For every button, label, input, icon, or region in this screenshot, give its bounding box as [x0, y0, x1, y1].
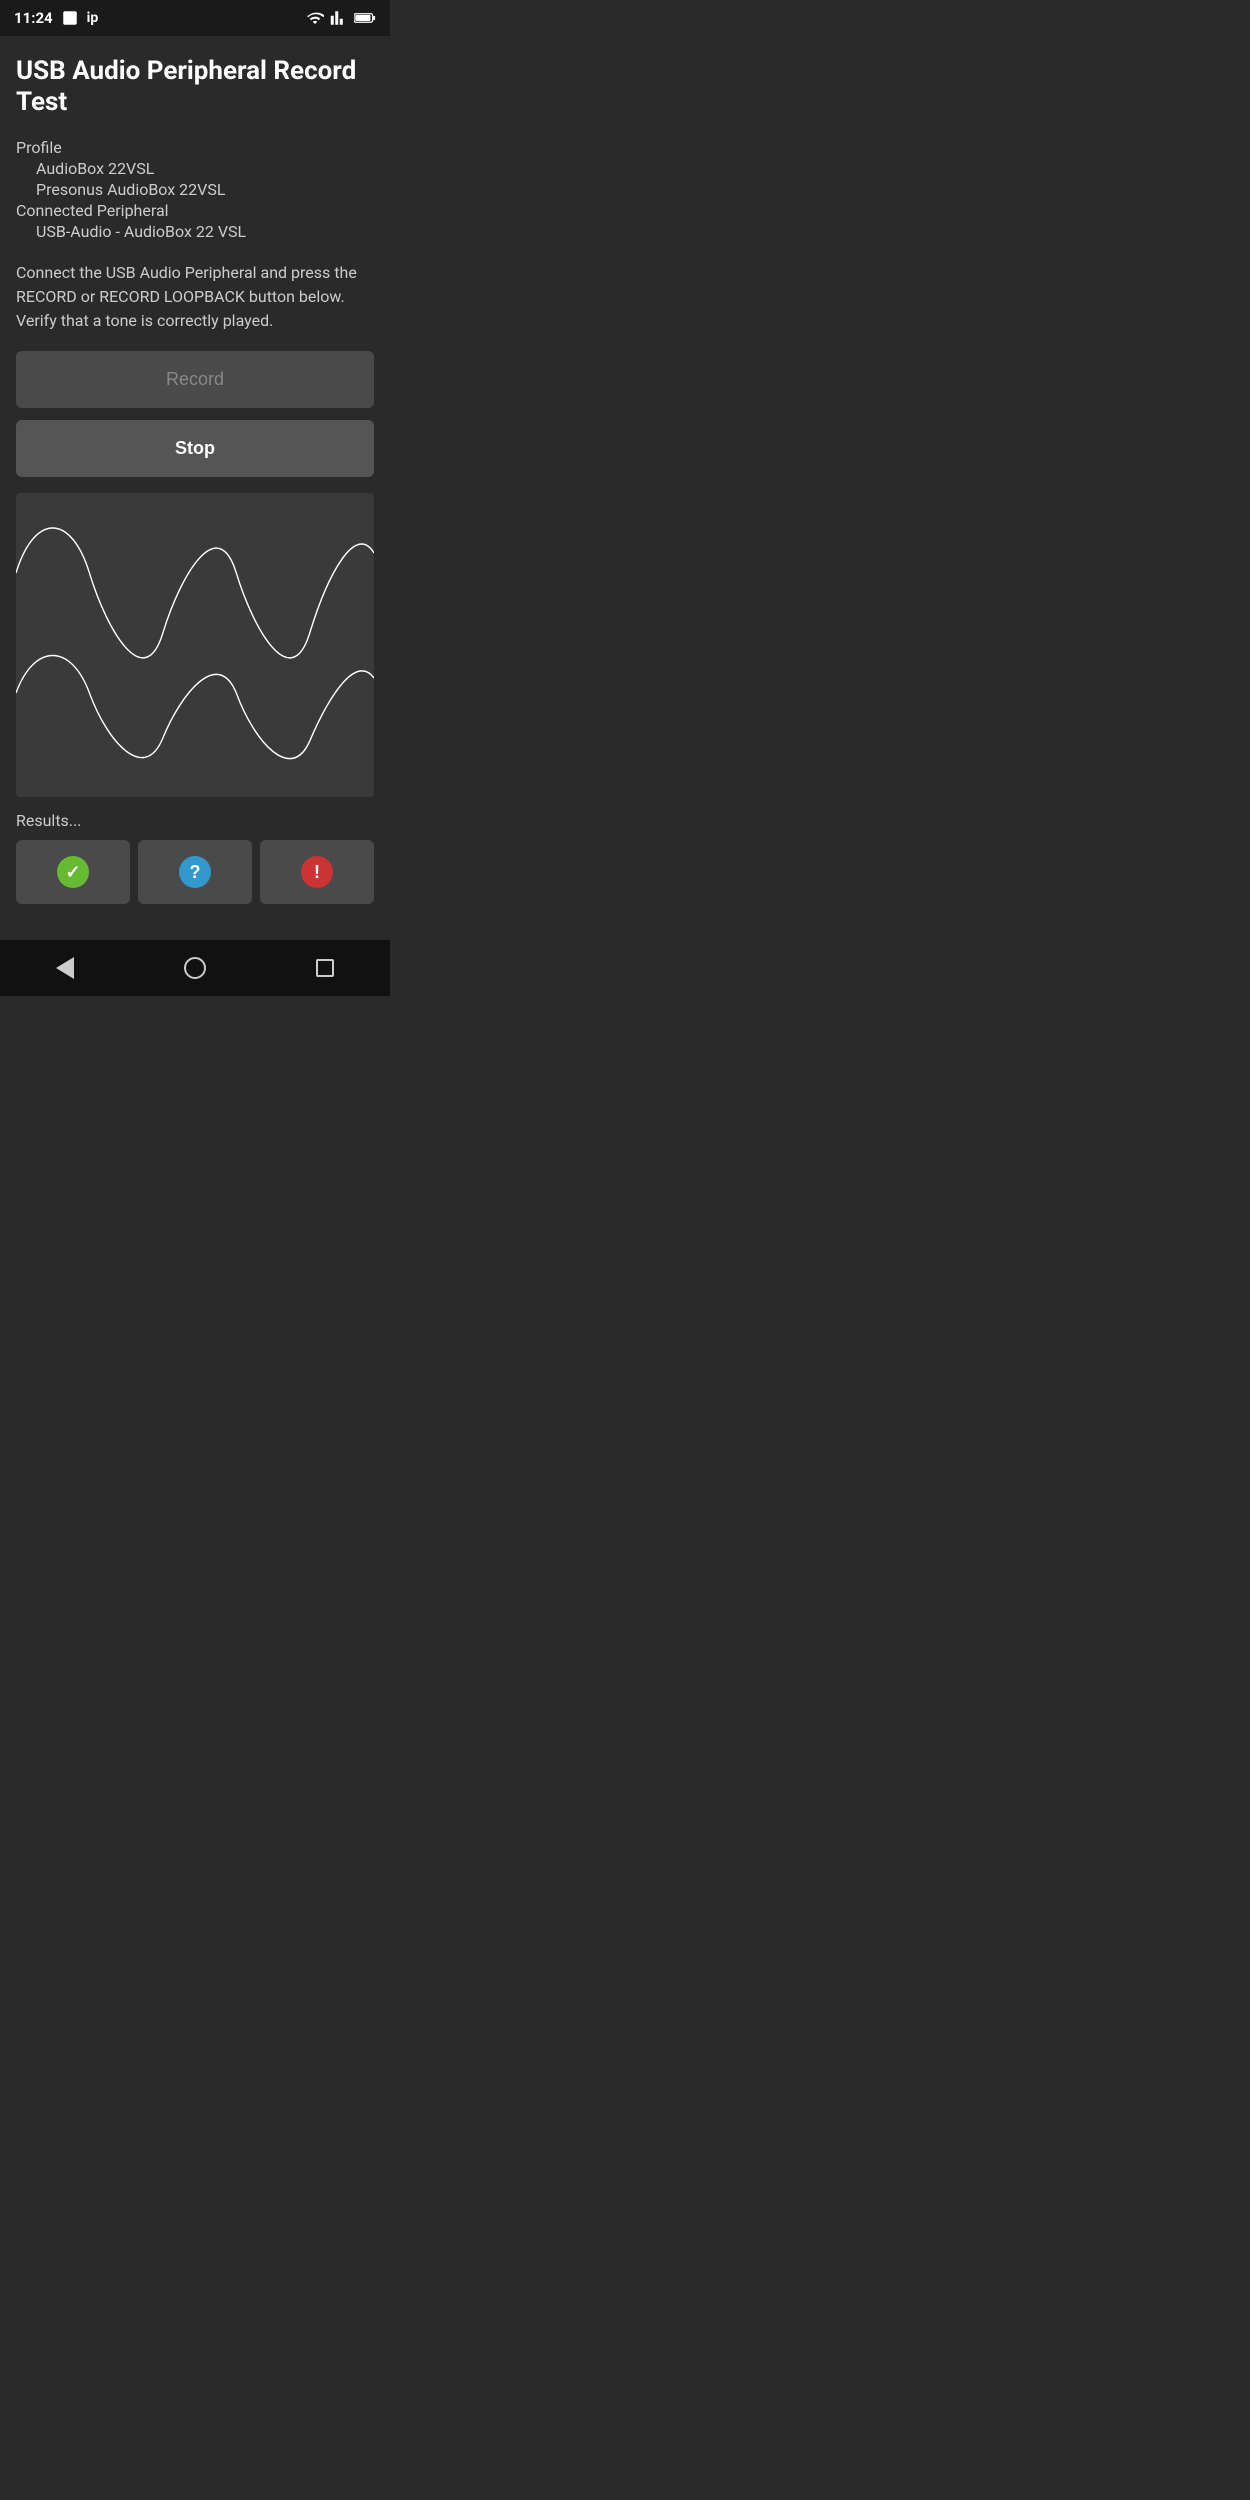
result-fail-button[interactable]: ! — [260, 840, 374, 904]
recents-button[interactable] — [295, 948, 355, 988]
status-left: 11:24 ip — [14, 9, 98, 27]
unknown-icon: ? — [179, 856, 211, 888]
back-icon — [56, 957, 74, 979]
battery-icon — [354, 12, 376, 24]
status-icons — [306, 9, 376, 27]
home-button[interactable] — [165, 948, 225, 988]
waveform-display — [16, 493, 374, 797]
signal-icon — [330, 9, 348, 27]
results-buttons: ✓ ? ! — [16, 840, 374, 904]
fail-icon: ! — [301, 856, 333, 888]
photo-icon — [61, 9, 79, 27]
results-label: Results... — [16, 811, 374, 830]
profile-line2: Presonus AudioBox 22VSL — [16, 180, 374, 199]
waveform-svg — [16, 493, 374, 793]
fail-symbol: ! — [314, 862, 320, 883]
pass-icon: ✓ — [57, 856, 89, 888]
status-ip-label: ip — [87, 10, 99, 26]
status-time: 11:24 — [14, 9, 53, 27]
profile-line1: AudioBox 22VSL — [16, 159, 374, 178]
instruction-text: Connect the USB Audio Peripheral and pre… — [16, 261, 374, 333]
record-button[interactable]: Record — [16, 351, 374, 408]
main-content: USB Audio Peripheral Record Test Profile… — [0, 36, 390, 940]
unknown-symbol: ? — [190, 862, 201, 883]
result-pass-button[interactable]: ✓ — [16, 840, 130, 904]
result-unknown-button[interactable]: ? — [138, 840, 252, 904]
status-bar: 11:24 ip — [0, 0, 390, 36]
connected-peripheral-label: Connected Peripheral — [16, 201, 374, 220]
profile-section: Profile AudioBox 22VSL Presonus AudioBox… — [16, 138, 374, 243]
page-title: USB Audio Peripheral Record Test — [16, 56, 374, 118]
wifi-icon — [306, 9, 324, 27]
pass-symbol: ✓ — [65, 862, 80, 883]
nav-bar — [0, 940, 390, 996]
home-icon — [184, 957, 206, 979]
back-button[interactable] — [35, 948, 95, 988]
recents-icon — [316, 959, 334, 977]
profile-label: Profile — [16, 138, 374, 157]
connected-peripheral-value: USB-Audio - AudioBox 22 VSL — [16, 222, 374, 241]
stop-button[interactable]: Stop — [16, 420, 374, 477]
